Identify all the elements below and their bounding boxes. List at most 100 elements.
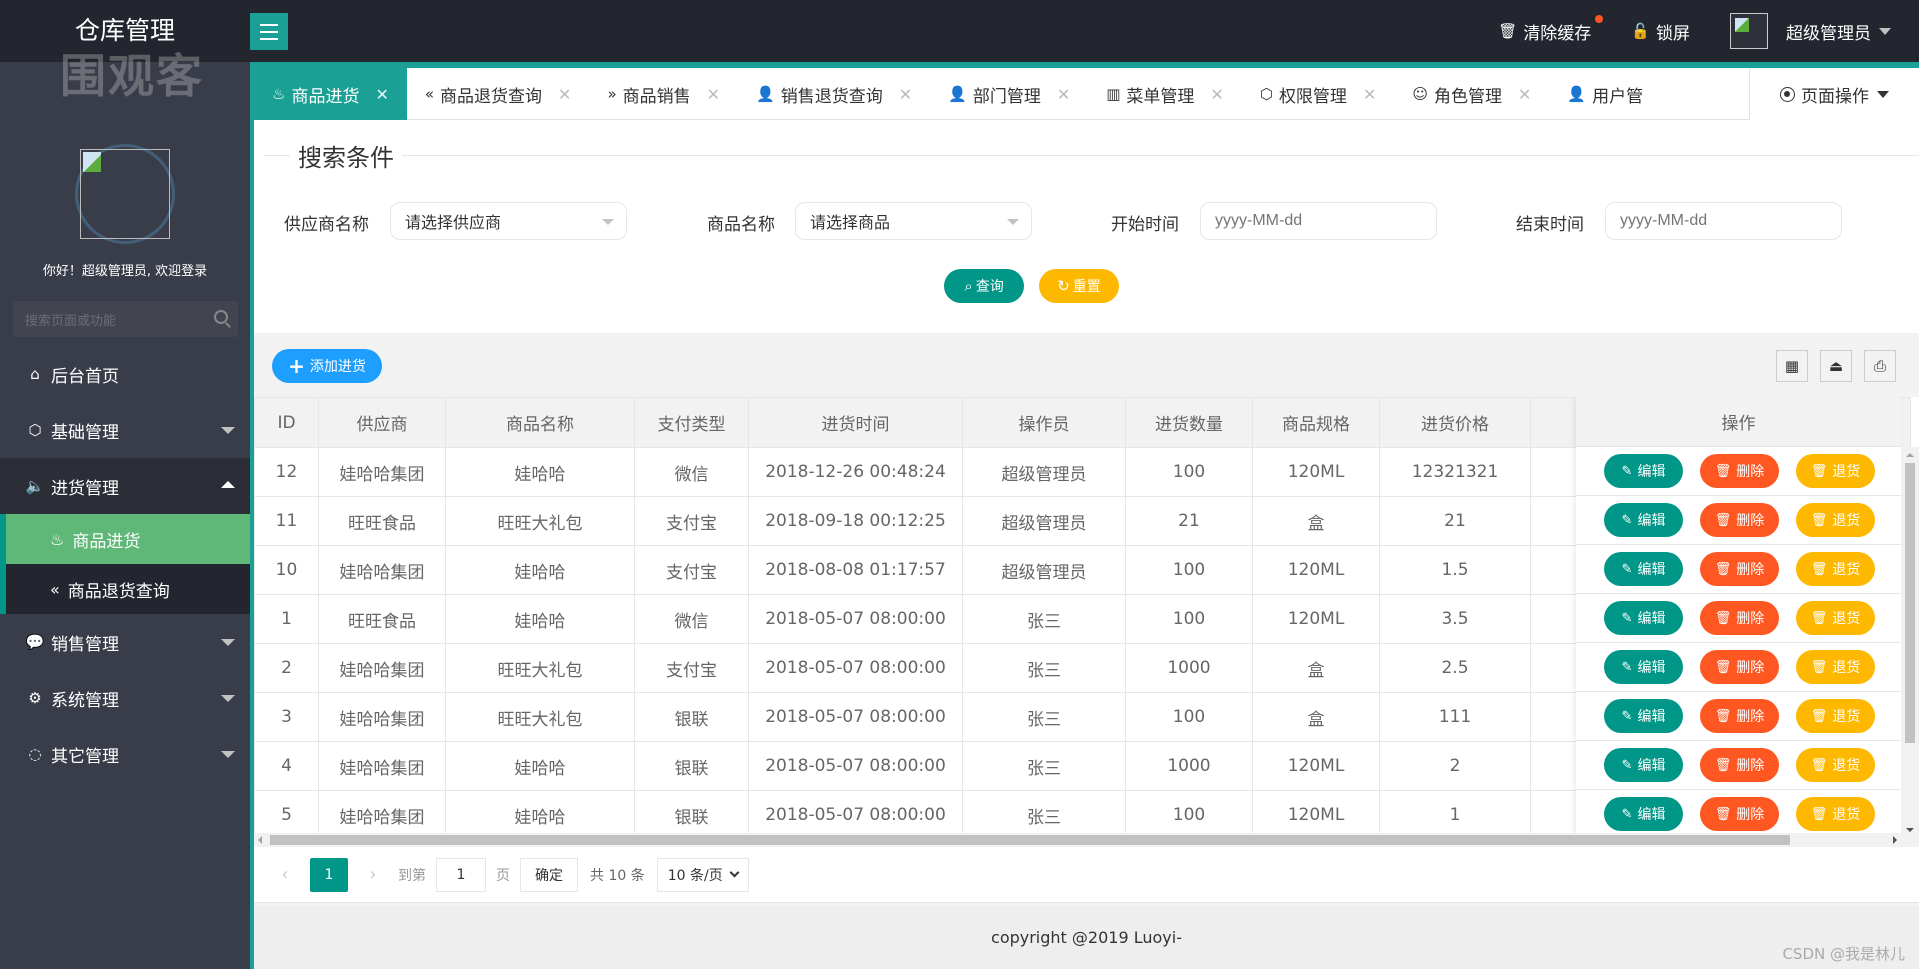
return-button[interactable]: 🗑 退货 bbox=[1796, 503, 1875, 537]
close-icon[interactable]: ✕ bbox=[899, 85, 912, 104]
tab-goods-purchase[interactable]: ♨ 商品进货 ✕ bbox=[254, 68, 407, 120]
close-icon[interactable]: ✕ bbox=[1057, 85, 1070, 104]
copyright-text: copyright @2019 Luoyi- bbox=[991, 928, 1182, 947]
edit-button[interactable]: ✎ 编辑 bbox=[1604, 601, 1683, 635]
delete-button[interactable]: 🗑 删除 bbox=[1700, 748, 1779, 782]
goto-page-input[interactable]: 1 bbox=[436, 857, 486, 892]
scroll-left-icon[interactable] bbox=[258, 836, 262, 844]
tab-menu[interactable]: ▥ 菜单管理 ✕ bbox=[1088, 68, 1242, 120]
return-button[interactable]: 🗑 退货 bbox=[1796, 454, 1875, 488]
scroll-up-icon[interactable] bbox=[1906, 453, 1914, 457]
reset-button[interactable]: ↻ 重置 bbox=[1039, 269, 1119, 303]
start-time-input[interactable] bbox=[1200, 202, 1437, 240]
tab-goods-sales[interactable]: » 商品销售 ✕ bbox=[589, 68, 738, 120]
table-cell: 1000 bbox=[1125, 741, 1253, 791]
delete-label: 删除 bbox=[1736, 758, 1765, 774]
tab-label: 商品销售 bbox=[622, 86, 691, 107]
goto-confirm-button[interactable]: 确定 bbox=[520, 857, 578, 892]
export-button[interactable]: ⏏ bbox=[1820, 350, 1852, 382]
tab-sales-return-query[interactable]: 👤 销售退货查询 ✕ bbox=[738, 68, 930, 120]
return-button[interactable]: 🗑 退货 bbox=[1796, 748, 1875, 782]
sidebar-search-input[interactable]: 搜索页面或功能 bbox=[13, 301, 238, 337]
page-size-select[interactable]: 10 条/页 bbox=[656, 857, 749, 892]
menu-toggle-button[interactable] bbox=[250, 13, 288, 50]
scrollbar-thumb[interactable] bbox=[1905, 463, 1915, 743]
sidebar-item-basic[interactable]: ⬡ 基础管理 bbox=[0, 402, 250, 458]
edit-button[interactable]: ✎ 编辑 bbox=[1604, 503, 1683, 537]
return-button[interactable]: 🗑 退货 bbox=[1796, 650, 1875, 684]
return-button[interactable]: 🗑 退货 bbox=[1796, 552, 1875, 586]
scroll-down-icon[interactable] bbox=[1906, 828, 1914, 832]
edit-button[interactable]: ✎ 编辑 bbox=[1604, 797, 1683, 831]
sidebar-item-other[interactable]: ◌ 其它管理 bbox=[0, 726, 250, 782]
table-cell: 21 bbox=[1379, 496, 1531, 546]
clear-cache-button[interactable]: 🗑 清除缓存 bbox=[1498, 14, 1604, 44]
return-button[interactable]: 🗑 退货 bbox=[1796, 797, 1875, 831]
delete-button[interactable]: 🗑 删除 bbox=[1700, 552, 1779, 586]
close-icon[interactable]: ✕ bbox=[1518, 85, 1531, 104]
return-button[interactable]: 🗑 退货 bbox=[1796, 699, 1875, 733]
edit-button[interactable]: ✎ 编辑 bbox=[1604, 699, 1683, 733]
table-cell: 张三 bbox=[962, 594, 1126, 644]
user-avatar[interactable] bbox=[1730, 13, 1768, 49]
close-icon[interactable]: ✕ bbox=[375, 85, 388, 104]
vertical-scrollbar[interactable] bbox=[1901, 447, 1919, 838]
edit-button[interactable]: ✎ 编辑 bbox=[1604, 552, 1683, 586]
delete-button[interactable]: 🗑 删除 bbox=[1700, 797, 1779, 831]
user-menu[interactable]: 超级管理员 bbox=[1786, 19, 1891, 44]
tab-user[interactable]: 👤 用户管 bbox=[1549, 68, 1661, 120]
goto-label: 到第 bbox=[398, 867, 426, 884]
lock-screen-button[interactable]: 🔓 锁屏 bbox=[1631, 19, 1690, 44]
close-icon[interactable]: ✕ bbox=[558, 85, 571, 104]
close-icon[interactable]: ✕ bbox=[707, 85, 720, 104]
search-icon[interactable] bbox=[214, 310, 228, 324]
sidebar-item-sales[interactable]: 💬 销售管理 bbox=[0, 614, 250, 670]
edit-button[interactable]: ✎ 编辑 bbox=[1604, 650, 1683, 684]
delete-button[interactable]: 🗑 删除 bbox=[1700, 454, 1779, 488]
sidebar-subitem-return-query[interactable]: « 商品退货查询 bbox=[0, 564, 250, 614]
table-cell: 1000 bbox=[1125, 643, 1253, 693]
delete-label: 删除 bbox=[1736, 464, 1765, 480]
add-purchase-button[interactable]: + 添加进货 bbox=[272, 349, 382, 383]
reset-button-label: 重置 bbox=[1072, 279, 1101, 295]
edit-button[interactable]: ✎ 编辑 bbox=[1604, 748, 1683, 782]
delete-button[interactable]: 🗑 删除 bbox=[1700, 601, 1779, 635]
lock-screen-label: 锁屏 bbox=[1656, 23, 1690, 44]
sidebar-item-home[interactable]: ⌂ 后台首页 bbox=[0, 346, 250, 402]
next-page-icon[interactable]: › bbox=[358, 864, 388, 885]
print-button[interactable]: ⎙ bbox=[1864, 350, 1896, 382]
close-icon[interactable]: ✕ bbox=[1363, 85, 1376, 104]
delete-button[interactable]: 🗑 删除 bbox=[1700, 699, 1779, 733]
horizontal-scrollbar[interactable] bbox=[254, 833, 1919, 847]
return-button[interactable]: 🗑 退货 bbox=[1796, 601, 1875, 635]
tab-department[interactable]: 👤 部门管理 ✕ bbox=[930, 68, 1088, 120]
operations-row: ✎ 编辑 🗑 删除 🗑 退货 bbox=[1576, 692, 1901, 741]
table-cell: 银联 bbox=[634, 741, 749, 791]
supplier-select[interactable]: 请选择供应商 bbox=[390, 202, 627, 240]
tab-permission[interactable]: ⬡ 权限管理 ✕ bbox=[1242, 68, 1395, 120]
end-time-input[interactable] bbox=[1605, 202, 1842, 240]
add-purchase-label: 添加进货 bbox=[309, 359, 366, 375]
table-cell: 超级管理员 bbox=[962, 447, 1126, 497]
cube-icon: ⬡ bbox=[1259, 85, 1273, 103]
table-cell: 2018-05-07 08:00:00 bbox=[748, 741, 963, 791]
page-current[interactable]: 1 bbox=[310, 857, 348, 892]
edit-button[interactable]: ✎ 编辑 bbox=[1604, 454, 1683, 488]
delete-button[interactable]: 🗑 删除 bbox=[1700, 503, 1779, 537]
sidebar-item-system[interactable]: ⚙ 系统管理 bbox=[0, 670, 250, 726]
close-icon[interactable]: ✕ bbox=[1210, 85, 1223, 104]
tab-return-query[interactable]: « 商品退货查询 ✕ bbox=[407, 68, 590, 120]
sidebar-subitem-goods-purchase[interactable]: ♨ 商品进货 bbox=[0, 514, 250, 564]
columns-filter-button[interactable]: ▦ bbox=[1776, 350, 1808, 382]
person-icon: 👤 bbox=[1567, 85, 1587, 103]
sidebar-item-purchase[interactable]: 🔈 进货管理 bbox=[0, 458, 250, 514]
scroll-right-icon[interactable] bbox=[1893, 836, 1897, 844]
scrollbar-thumb[interactable] bbox=[270, 835, 1790, 845]
query-button[interactable]: ⌕ 查询 bbox=[944, 269, 1024, 303]
page-operations-dropdown[interactable]: 页面操作 bbox=[1749, 68, 1919, 120]
delete-button[interactable]: 🗑 删除 bbox=[1700, 650, 1779, 684]
tab-role[interactable]: ☺ 角色管理 ✕ bbox=[1394, 68, 1549, 120]
prev-page-icon[interactable]: ‹ bbox=[270, 864, 300, 885]
goods-select[interactable]: 请选择商品 bbox=[795, 202, 1032, 240]
page-operations-label: 页面操作 bbox=[1801, 86, 1869, 107]
